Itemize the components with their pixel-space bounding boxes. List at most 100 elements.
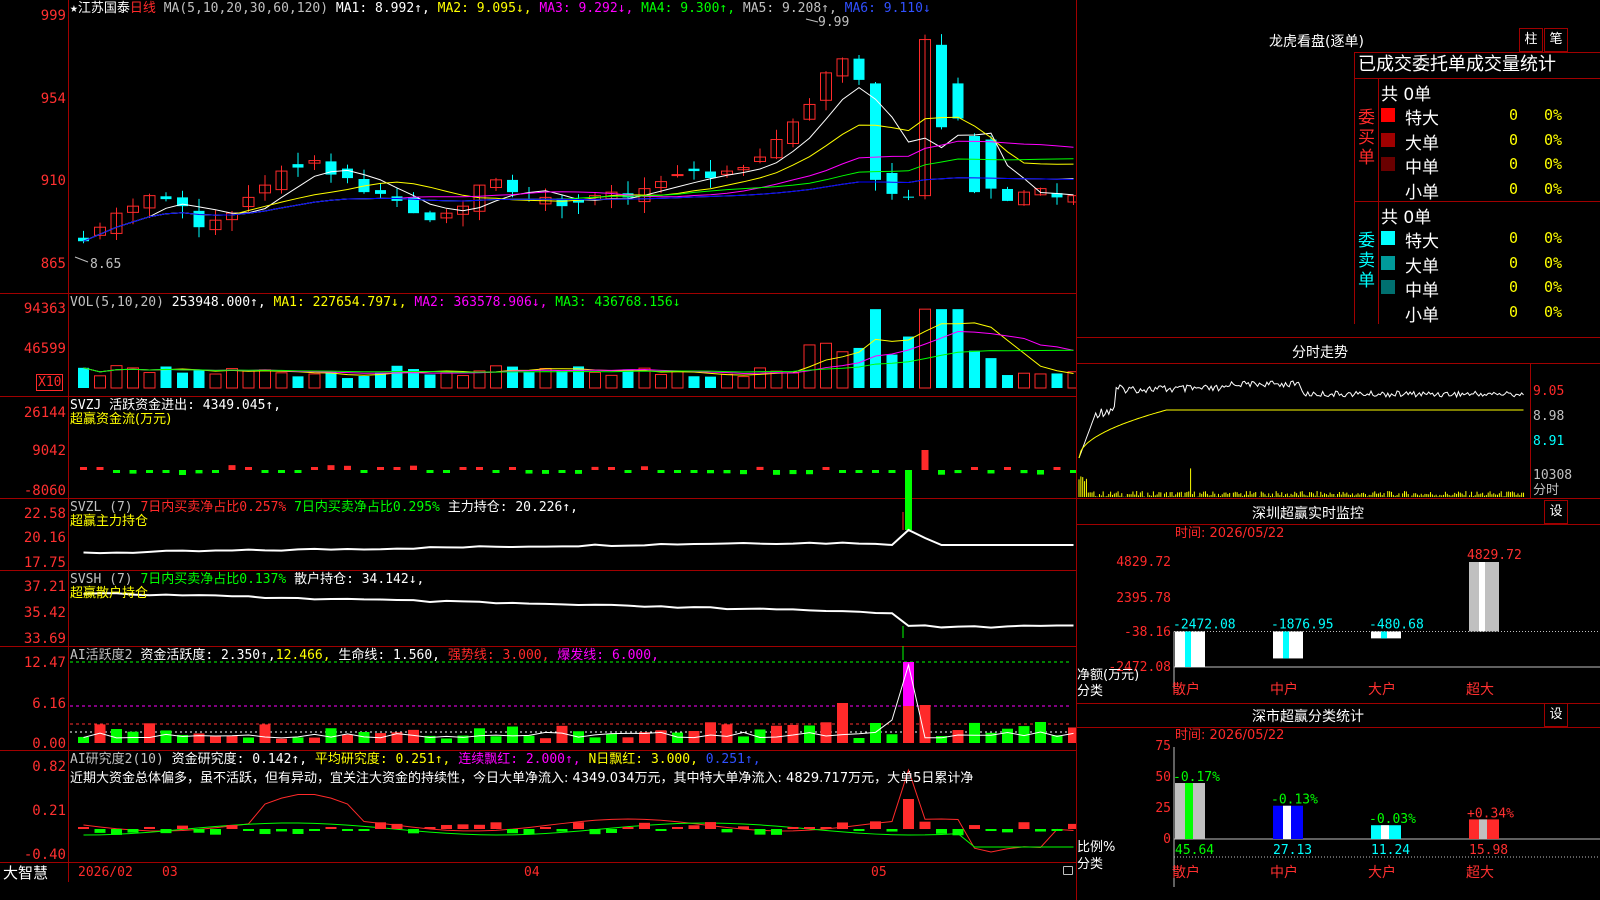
candle [193, 210, 205, 228]
classify-title: 深市超赢分类统计 [1252, 709, 1364, 725]
star-icon[interactable]: ★ [70, 1, 78, 16]
candle [952, 83, 964, 119]
research-bar [820, 827, 832, 829]
ai2-description: 近期大资金总体偏多，虽不活跃，但有异动，宜关注大资金的持续性，今日大单净流入: … [70, 771, 974, 786]
research-bar [771, 829, 782, 835]
intraday-bottom [1077, 498, 1600, 499]
volume-bar [127, 367, 139, 389]
research-bar [193, 829, 205, 833]
vol-label: VOL(5,10,20) [70, 295, 164, 310]
order-row: 大单 0 0% [1381, 129, 1600, 154]
flow-bar [525, 470, 533, 474]
monitor-category-label: 大户 [1368, 681, 1396, 698]
volume-bar [1067, 371, 1076, 389]
candle [671, 174, 684, 177]
main-chart-area[interactable]: ★江苏国泰日线 MA(5,10,20,30,60,120) MA1: 8.992… [0, 0, 1077, 900]
vol-unit-badge[interactable]: X10 [36, 374, 64, 391]
brand-label: 大智慧 [3, 864, 49, 882]
activity-bar [408, 729, 419, 743]
flow-bar [96, 467, 104, 470]
order-color-swatch [1381, 132, 1395, 147]
research-bar [655, 829, 667, 831]
research-bar [391, 823, 403, 829]
research-bar [94, 829, 106, 833]
low-price-mark: 8.65 [90, 257, 122, 272]
ma5-value: MA5: 9.208↑, [742, 1, 837, 16]
research-bar [160, 829, 172, 834]
classify-chart[interactable]: -0.17% 45.64 散户 -0.13% 27.13 中户 -0.03% 11.24 大户 +… [1077, 727, 1600, 900]
tick-view-button[interactable]: 笔 [1544, 28, 1568, 52]
research-bar [292, 829, 304, 834]
flow-bar [575, 470, 582, 474]
volume-bar [1002, 375, 1013, 388]
flow-bar [162, 470, 170, 473]
column-view-button[interactable]: 柱 [1519, 28, 1543, 52]
flow-bar [690, 470, 698, 473]
research-bar [259, 829, 271, 835]
activity-bar [325, 728, 337, 743]
order-count: 0 [1509, 229, 1519, 247]
activity-bar [853, 737, 865, 743]
svzl-header: SVZL (7) 7日内买卖净占比0.257% 7日内买卖净占比0.295% 主… [70, 500, 578, 515]
volume-bar [688, 376, 700, 388]
vol-ma3: MA3: 436768.156↓ [555, 295, 681, 310]
monitor-title: 深圳超赢实时监控 [1252, 506, 1364, 522]
order-color-swatch [1381, 231, 1395, 245]
price-axis-label: 999 [40, 8, 66, 24]
research-bar [804, 827, 815, 829]
research-bar [969, 825, 980, 829]
volume-bar [440, 372, 453, 389]
activity-bar [160, 730, 172, 743]
classify-bar-highlight [1479, 819, 1487, 839]
intraday-axis-label: 9.05 [1533, 384, 1565, 399]
research-bar [985, 829, 997, 832]
svsh-label: SVSH (7) [70, 572, 133, 587]
activity-bar [490, 736, 502, 743]
intraday-chart[interactable] [1077, 363, 1530, 498]
flow-bar [971, 467, 978, 470]
period-label[interactable]: 日线 [130, 1, 156, 16]
flow-bar [1037, 470, 1044, 475]
activity-bar [721, 724, 733, 743]
classify-settings-button[interactable]: 设 [1544, 703, 1568, 727]
activity-bar [292, 737, 304, 743]
ma4-value: MA4: 9.300↑, [641, 1, 736, 16]
lock-icon[interactable] [1063, 866, 1073, 875]
research-bar [325, 827, 337, 829]
research-bar [424, 827, 436, 829]
ai2-header: AI研究度2(10) 资金研究度: 0.142↑, 平均研究度: 0.251↑,… [70, 752, 761, 767]
classify-category-label: 大户 [1368, 864, 1396, 881]
order-count: 0 [1509, 253, 1519, 272]
classify-category-label: 散户 [1172, 864, 1200, 881]
classify-change-label: -0.03% [1369, 812, 1416, 827]
intraday-title: 分时走势 [1292, 345, 1348, 361]
ai2-a: 资金研究度: 0.142↑, [171, 752, 308, 767]
research-bar [127, 829, 139, 833]
svzl-label: SVZL (7) [70, 500, 133, 515]
order-color-swatch [1381, 280, 1395, 294]
activity-bar [507, 726, 518, 743]
volume-bar [424, 374, 436, 388]
activity-bar [78, 736, 89, 743]
order-percent: 0% [1544, 106, 1563, 124]
research-bar [111, 829, 122, 835]
volume-bar [573, 366, 584, 388]
volume-bar [1051, 373, 1063, 388]
monitor-settings-button[interactable]: 设 [1544, 500, 1568, 524]
flow-bar [129, 470, 137, 474]
volume-bar [705, 376, 716, 388]
vol-value: 253948.000↑, [171, 295, 266, 310]
classify-change-label: +0.34% [1467, 806, 1514, 821]
order-percent: 0% [1544, 278, 1563, 296]
volume-bar [952, 309, 964, 388]
flow-bar [245, 467, 252, 470]
ai1-axis-label: 0.00 [32, 736, 66, 752]
svzl-axis-label: 22.58 [23, 506, 66, 522]
monitor-chart[interactable]: -2472.08 散户 -1876.95 中户 -480.68 大户 4829.72 超大 [1077, 524, 1600, 724]
flow-bar [80, 467, 87, 470]
order-row: 小单 0 0% [1381, 301, 1600, 326]
research-bar [573, 822, 584, 829]
research-bar [589, 829, 601, 835]
chart-canvas[interactable] [0, 0, 1076, 882]
activity-bar [804, 725, 815, 743]
